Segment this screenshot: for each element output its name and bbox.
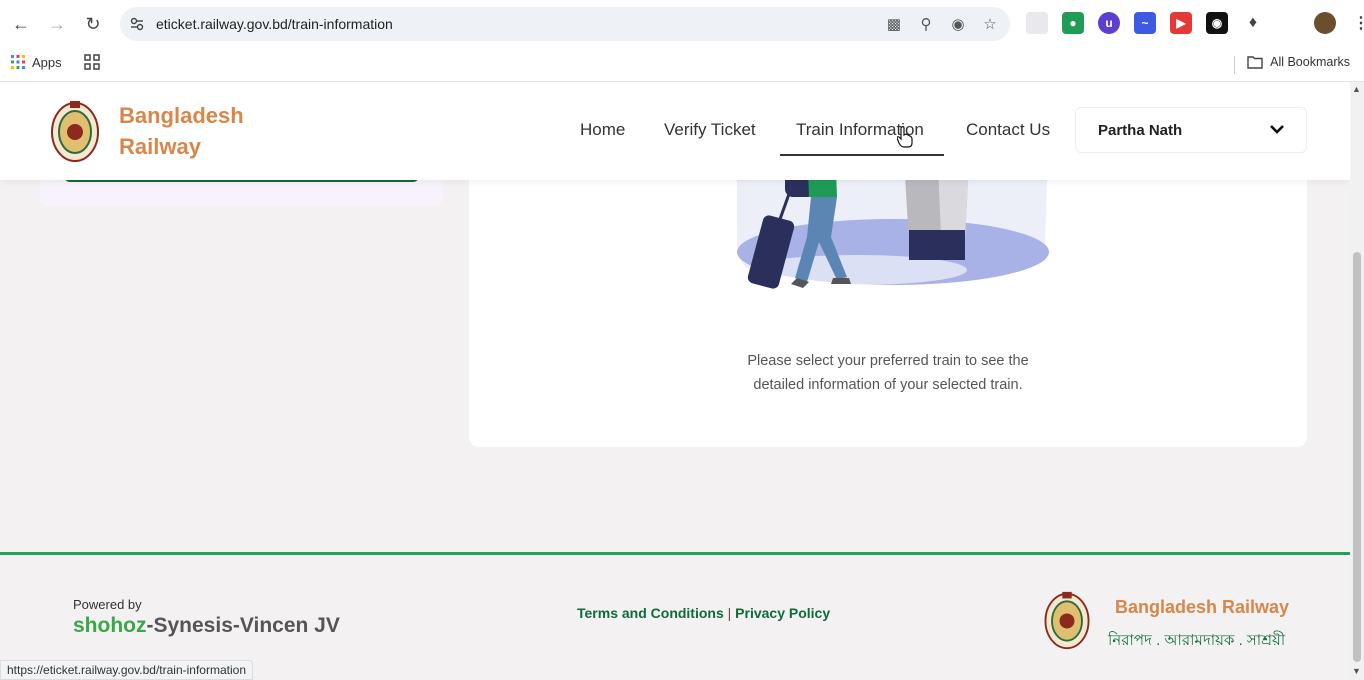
- all-bookmarks[interactable]: All Bookmarks: [1247, 55, 1350, 69]
- brand-line-1: Bangladesh: [119, 103, 244, 128]
- extension-video-icon[interactable]: ▶: [1170, 12, 1192, 34]
- browser-chrome: ← → ↻ eticket.railway.gov.bd/train-infor…: [0, 0, 1364, 82]
- address-bar[interactable]: eticket.railway.gov.bd/train-information…: [120, 7, 1010, 41]
- tab-groups-icon[interactable]: [83, 54, 100, 70]
- extensions-puzzle-icon[interactable]: ♦: [1242, 12, 1264, 34]
- brand-name[interactable]: Bangladesh Railway: [119, 100, 244, 162]
- nav-home[interactable]: Home: [580, 120, 625, 140]
- page-scrollbar[interactable]: ▲ ▼: [1350, 82, 1364, 680]
- install-app-icon[interactable]: ▩: [884, 14, 904, 34]
- apps-grid-icon: [11, 55, 25, 69]
- select-train-message: Please select your preferred train to se…: [469, 349, 1307, 397]
- shohoz-logo[interactable]: shohoz-Synesis-Vincen JV: [73, 614, 340, 638]
- web-page: Please select your preferred train to se…: [0, 82, 1350, 680]
- all-bookmarks-label: All Bookmarks: [1270, 55, 1350, 69]
- profile-avatar[interactable]: [1314, 12, 1336, 34]
- shohoz-rest-text: -Synesis-Vincen JV: [146, 614, 340, 637]
- url-text[interactable]: eticket.railway.gov.bd/train-information: [156, 16, 393, 32]
- bookmark-star-icon[interactable]: ☆: [980, 14, 1000, 34]
- extensions-row: ● u ~ ▶ ◉ ♦ ⋮: [1026, 12, 1364, 34]
- links-separator: |: [727, 605, 732, 621]
- extension-grid-icon[interactable]: [1026, 12, 1048, 34]
- bookmarks-bar: Apps All Bookmarks: [0, 48, 1364, 82]
- link-status-tooltip: https://eticket.railway.gov.bd/train-inf…: [0, 660, 253, 680]
- privacy-link[interactable]: Privacy Policy: [735, 605, 830, 621]
- bookmarks-divider: [1234, 56, 1235, 74]
- tracking-eye-off-icon[interactable]: ◉: [948, 14, 968, 34]
- folder-icon: [1247, 56, 1263, 69]
- footer-tagline: নিরাপদ . আরামদায়ক . সাশ্রয়ী: [1108, 632, 1286, 649]
- extension-u-icon[interactable]: u: [1098, 12, 1120, 34]
- browser-menu-icon[interactable]: ⋮: [1350, 12, 1364, 34]
- message-line-2: detailed information of your selected tr…: [753, 377, 1023, 393]
- extension-audio-icon[interactable]: ~: [1134, 12, 1156, 34]
- site-settings-icon[interactable]: [129, 16, 145, 32]
- brand-line-2: Railway: [119, 134, 201, 159]
- forward-icon[interactable]: →: [45, 12, 69, 36]
- user-name: Partha Nath: [1098, 122, 1183, 139]
- user-dropdown[interactable]: Partha Nath: [1075, 107, 1307, 153]
- browser-toolbar: ← → ↻ eticket.railway.gov.bd/train-infor…: [0, 0, 1364, 48]
- footer-links: Terms and Conditions | Privacy Policy: [577, 605, 830, 621]
- extension-camera-icon[interactable]: ◉: [1206, 12, 1228, 34]
- site-header: Bangladesh Railway Home Verify Ticket Tr…: [0, 82, 1350, 180]
- message-line-1: Please select your preferred train to se…: [747, 353, 1029, 369]
- scroll-down-icon[interactable]: ▼: [1352, 666, 1361, 676]
- terms-link[interactable]: Terms and Conditions: [577, 605, 724, 621]
- train-info-card: Please select your preferred train to se…: [469, 142, 1307, 447]
- footer-railway-logo: [1044, 591, 1090, 650]
- zoom-icon[interactable]: ⚲: [916, 14, 936, 34]
- back-icon[interactable]: ←: [9, 12, 33, 36]
- shohoz-green-text: shohoz: [73, 614, 147, 637]
- apps-label: Apps: [32, 54, 62, 70]
- nav-verify-ticket[interactable]: Verify Ticket: [664, 120, 756, 140]
- reload-icon[interactable]: ↻: [81, 12, 105, 36]
- chevron-down-icon: [1270, 125, 1284, 134]
- apps-bookmark[interactable]: Apps: [10, 54, 100, 70]
- scroll-thumb[interactable]: [1353, 252, 1361, 662]
- extension-record-icon[interactable]: ●: [1062, 12, 1084, 34]
- powered-by-label: Powered by: [73, 597, 142, 612]
- footer-brand: Bangladesh Railway: [1115, 597, 1290, 617]
- bangladesh-railway-logo[interactable]: [50, 99, 100, 163]
- hand-cursor-icon: [897, 126, 913, 148]
- active-nav-underline: [780, 154, 944, 156]
- scroll-up-icon[interactable]: ▲: [1352, 84, 1361, 94]
- nav-contact-us[interactable]: Contact Us: [966, 120, 1050, 140]
